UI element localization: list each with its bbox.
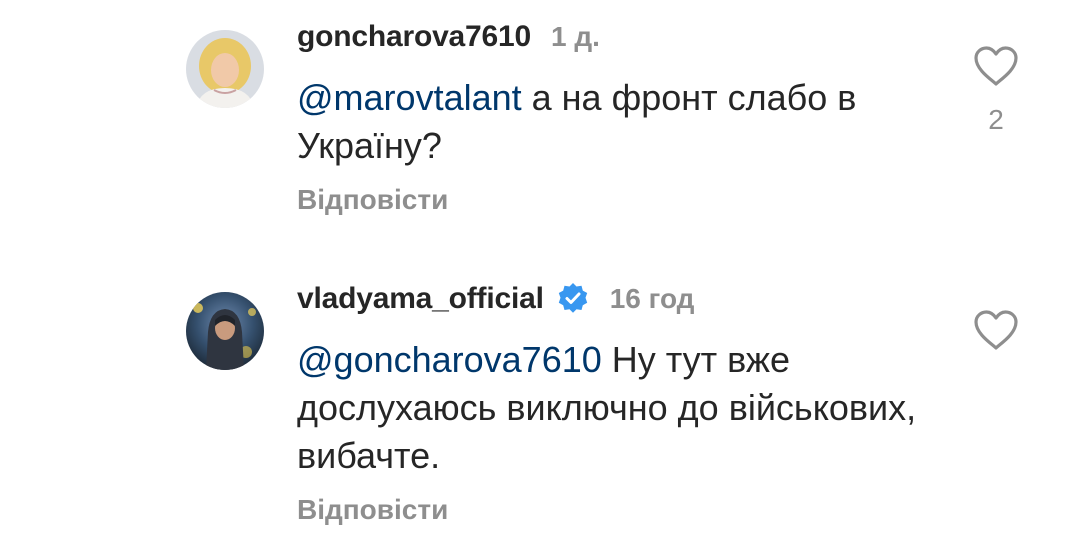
heart-icon[interactable] [972,44,1020,88]
avatar-image [186,30,264,108]
comment-item: goncharova7610 1 д. @marovtalant а на фр… [0,0,1080,250]
reply-button[interactable]: Відповісти [297,184,448,216]
mention-link[interactable]: @goncharova7610 [297,339,602,380]
verified-badge-icon [556,282,590,316]
like-count[interactable]: 2 [972,104,1020,136]
comment-text: @goncharova7610 Ну тут вже дослухаюсь ви… [297,336,937,480]
avatar[interactable] [186,292,264,370]
timestamp[interactable]: 1 д. [551,21,600,53]
comment-header: vladyama_official 16 год [297,282,694,316]
reply-button[interactable]: Відповісти [297,494,448,526]
comment-item: vladyama_official 16 год @goncharova7610… [0,270,1080,557]
mention-link[interactable]: @marovtalant [297,77,522,118]
comment-text: @marovtalant а на фронт слабо в Україну? [297,74,937,170]
avatar[interactable] [186,30,264,108]
username[interactable]: goncharova7610 [297,20,531,54]
timestamp[interactable]: 16 год [610,283,695,315]
heart-icon[interactable] [972,308,1020,352]
comment-header: goncharova7610 1 д. [297,20,600,54]
like-area: 2 [972,44,1020,136]
like-area [972,308,1020,352]
avatar-image [186,292,264,370]
username[interactable]: vladyama_official [297,282,544,316]
